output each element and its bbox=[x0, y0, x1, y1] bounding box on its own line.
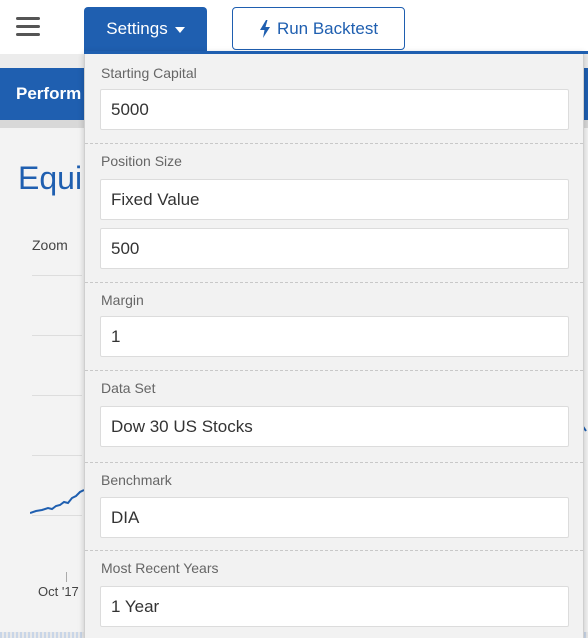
section-divider bbox=[85, 370, 583, 371]
data-set-select[interactable]: Dow 30 US Stocks bbox=[100, 406, 569, 447]
panel-accent-bar bbox=[84, 51, 588, 54]
settings-button[interactable]: Settings bbox=[84, 7, 207, 51]
hamburger-icon[interactable] bbox=[16, 17, 40, 37]
most-recent-years-select[interactable]: 1 Year bbox=[100, 586, 569, 627]
section-divider bbox=[85, 462, 583, 463]
starting-capital-label: Starting Capital bbox=[101, 65, 197, 81]
lightning-icon bbox=[259, 19, 270, 38]
section-divider bbox=[85, 143, 583, 144]
equity-section-title: Equi bbox=[18, 160, 83, 196]
position-size-label: Position Size bbox=[101, 153, 182, 169]
chart-gridline bbox=[32, 395, 82, 396]
settings-button-label: Settings bbox=[106, 19, 168, 38]
x-axis-label: Oct '17 bbox=[38, 584, 79, 599]
data-set-label: Data Set bbox=[101, 380, 156, 396]
margin-label: Margin bbox=[101, 292, 144, 308]
position-size-select[interactable]: Fixed Value bbox=[100, 179, 569, 220]
run-backtest-button[interactable]: Run Backtest bbox=[232, 7, 405, 50]
most-recent-years-label: Most Recent Years bbox=[101, 560, 219, 576]
position-size-value-input[interactable]: 500 bbox=[100, 228, 569, 269]
chart-gridline bbox=[32, 335, 82, 336]
x-axis-tick bbox=[66, 572, 67, 582]
tab-performance[interactable]: Perform bbox=[0, 68, 97, 120]
section-divider bbox=[85, 550, 583, 551]
benchmark-label: Benchmark bbox=[101, 472, 172, 488]
starting-capital-input[interactable]: 5000 bbox=[100, 89, 569, 130]
run-backtest-label: Run Backtest bbox=[276, 18, 379, 38]
settings-dropdown-panel: Starting Capital 5000 Position Size Fixe… bbox=[84, 51, 584, 638]
benchmark-input[interactable]: DIA bbox=[100, 497, 569, 538]
margin-input[interactable]: 1 bbox=[100, 316, 569, 357]
chart-gridline bbox=[32, 275, 82, 276]
caret-down-icon bbox=[174, 27, 185, 33]
equity-line-fragment bbox=[30, 489, 84, 514]
section-divider bbox=[85, 282, 583, 283]
chart-gridline bbox=[32, 455, 82, 456]
zoom-label: Zoom bbox=[32, 237, 68, 253]
